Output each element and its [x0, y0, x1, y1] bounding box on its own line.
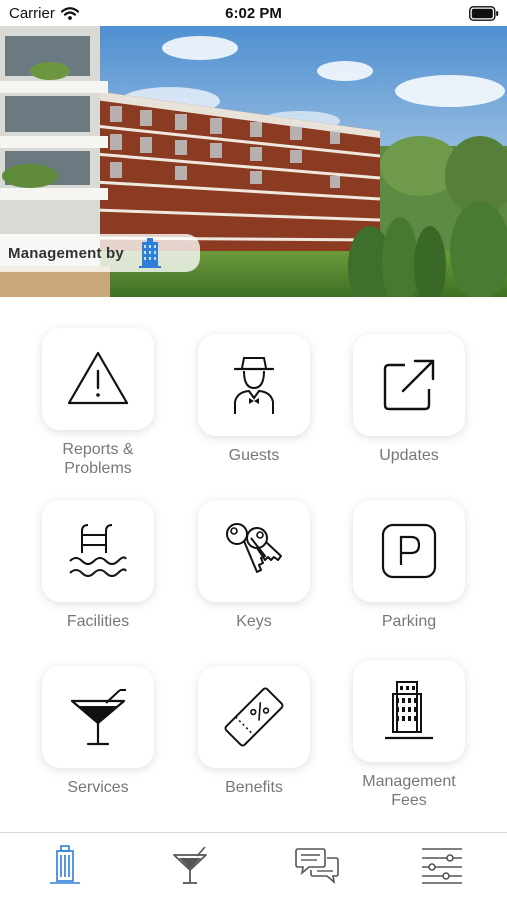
tile-services-label: Services	[67, 779, 129, 796]
battery-icon	[469, 6, 499, 21]
warning-icon	[67, 351, 129, 405]
hero-banner: Management by	[0, 26, 507, 297]
tile-facilities[interactable]: Facilities	[40, 500, 156, 631]
tile-guests-label: Guests	[228, 447, 280, 464]
tile-management-fees[interactable]: Management Fees	[351, 660, 467, 810]
tile-benefits-button[interactable]	[198, 666, 310, 768]
tile-guests-button[interactable]	[198, 334, 310, 436]
tile-reports-problems-label: Reports & Problems	[62, 441, 134, 477]
management-badge: Management by	[0, 234, 200, 272]
tile-parking-button[interactable]	[353, 500, 465, 602]
bellhop-icon	[233, 357, 275, 414]
tile-benefits[interactable]: Benefits	[196, 666, 312, 797]
keys-icon	[226, 523, 282, 573]
tile-facilities-button[interactable]	[42, 500, 154, 602]
tile-updates-label: Updates	[379, 447, 439, 464]
tile-keys-label: Keys	[236, 613, 272, 630]
status-time: 6:02 PM	[225, 5, 282, 22]
status-bar: Carrier 6:02 PM	[0, 0, 507, 26]
tile-reports-problems[interactable]: Reports & Problems	[40, 328, 156, 478]
tab-messages[interactable]	[292, 843, 342, 887]
tile-reports-problems-button[interactable]	[42, 328, 154, 430]
tile-updates-button[interactable]	[353, 334, 465, 436]
tab-settings[interactable]	[417, 843, 467, 887]
tab-home[interactable]	[40, 843, 90, 887]
external-link-icon	[383, 359, 435, 411]
building-icon	[385, 681, 433, 740]
tile-keys[interactable]: Keys	[196, 500, 312, 631]
tile-management-fees-button[interactable]	[353, 660, 465, 762]
tile-facilities-label: Facilities	[66, 613, 130, 630]
management-label: Management by	[8, 244, 124, 262]
tile-management-fees-label: Management Fees	[362, 773, 456, 809]
coupon-icon	[224, 687, 284, 747]
tile-services-button[interactable]	[42, 666, 154, 768]
tile-benefits-label: Benefits	[225, 779, 283, 796]
tile-services[interactable]: Services	[40, 666, 156, 797]
settings-sliders-icon	[422, 848, 462, 884]
tab-services[interactable]	[165, 843, 215, 887]
tile-parking-label: Parking	[381, 613, 437, 630]
cocktail-icon	[173, 846, 207, 884]
tile-keys-button[interactable]	[198, 500, 310, 602]
building-icon	[50, 845, 80, 884]
bottom-tab-bar	[0, 832, 507, 900]
feature-grid: Reports & Problems Guests Updates Facili…	[0, 300, 507, 830]
pool-ladder-icon	[69, 524, 127, 577]
building-logo-icon	[138, 238, 161, 268]
cocktail-icon	[70, 689, 126, 746]
parking-icon	[381, 523, 437, 579]
chat-icon	[295, 848, 339, 885]
tile-parking[interactable]: Parking	[351, 500, 467, 631]
tile-updates[interactable]: Updates	[351, 334, 467, 465]
tile-guests[interactable]: Guests	[196, 334, 312, 465]
